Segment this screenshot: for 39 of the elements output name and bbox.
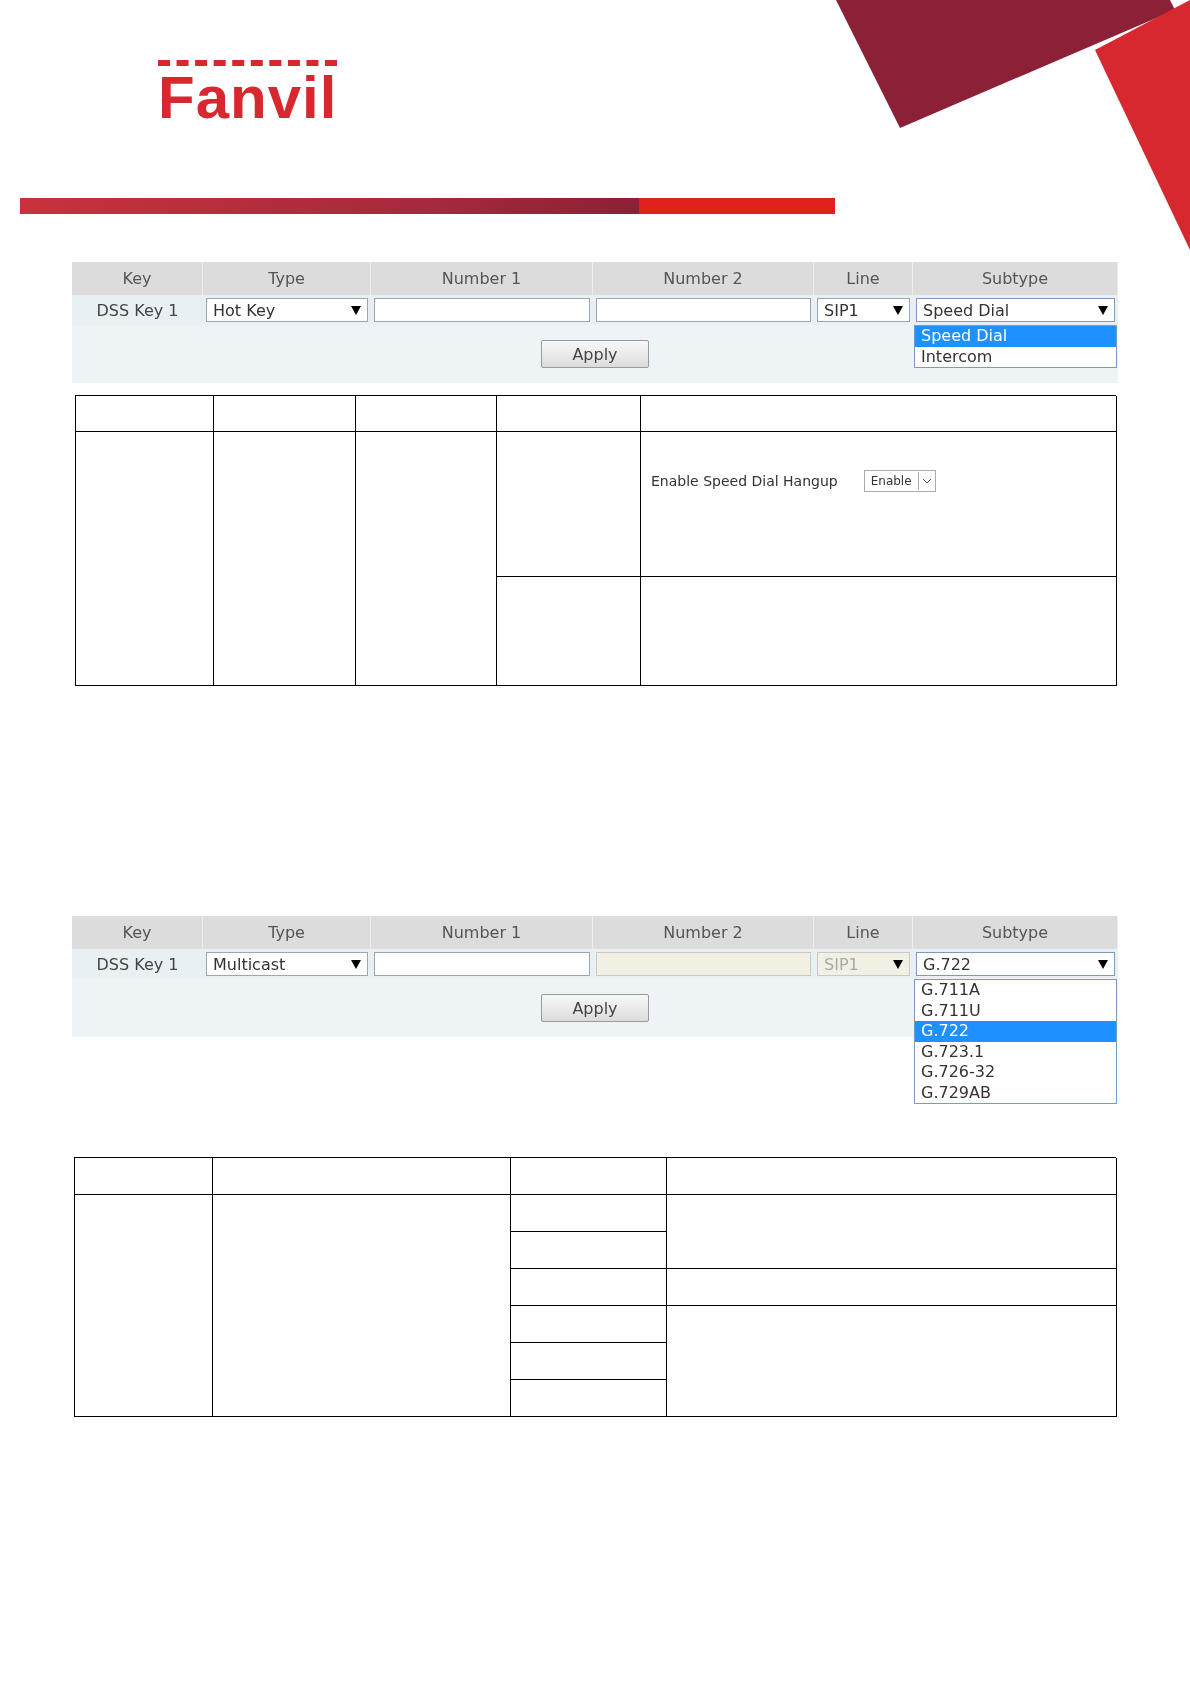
key-label: DSS Key 1 (72, 949, 203, 979)
enable-select[interactable]: Enable (863, 470, 936, 492)
column-header: Subtype (913, 262, 1118, 295)
line-select[interactable]: SIP1 (817, 298, 910, 322)
dropdown-option[interactable]: G.723.1 (915, 1041, 1116, 1062)
apply-button[interactable]: Apply (541, 340, 649, 368)
column-header: Number 2 (593, 916, 814, 949)
caret-icon (351, 959, 361, 969)
number-field[interactable] (374, 952, 590, 976)
number-field[interactable] (374, 298, 590, 322)
column-header: Key (72, 262, 203, 295)
column-header: Subtype (913, 916, 1118, 949)
number-field[interactable] (596, 298, 811, 322)
caret-icon (893, 959, 903, 969)
column-header: Number 1 (371, 916, 593, 949)
setting-label: Enable Speed Dial Hangup (651, 473, 838, 489)
apply-button[interactable]: Apply (541, 994, 649, 1022)
column-header: Key (72, 916, 203, 949)
type-select[interactable]: Hot Key (206, 298, 368, 322)
dropdown-option[interactable]: G.726-32 (915, 1062, 1116, 1083)
dropdown-option[interactable]: G.729AB (915, 1082, 1116, 1103)
dropdown-option[interactable]: Intercom (915, 346, 1116, 367)
dropdown-option[interactable]: G.711A (915, 980, 1116, 1001)
column-header: Line (814, 262, 913, 295)
dropdown-option[interactable]: G.711U (915, 1000, 1116, 1021)
column-header: Type (203, 262, 371, 295)
column-header: Number 2 (593, 262, 814, 295)
logo: Fanvil (158, 60, 338, 128)
caret-icon (1098, 305, 1108, 315)
caret-icon (1098, 959, 1108, 969)
column-header: Line (814, 916, 913, 949)
caret-icon (351, 305, 361, 315)
caret-icon (893, 305, 903, 315)
key-label: DSS Key 1 (72, 295, 203, 325)
type-select[interactable]: Multicast (206, 952, 368, 976)
subtype-select[interactable]: G.722 (916, 952, 1115, 976)
column-header: Type (203, 916, 371, 949)
subtype-select[interactable]: Speed Dial (916, 298, 1115, 322)
column-header: Number 1 (371, 262, 593, 295)
